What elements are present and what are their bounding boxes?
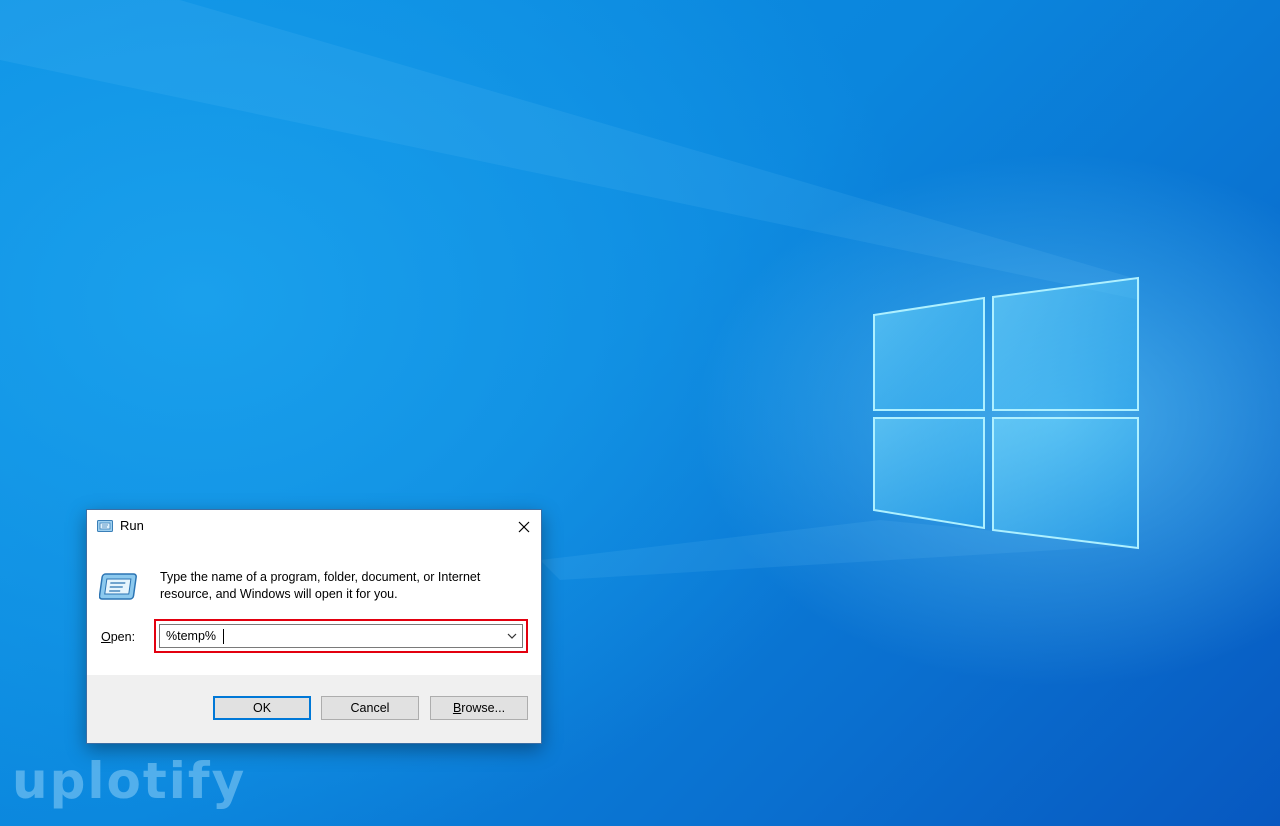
run-dialog: Run Type the name of a program, folder, … — [86, 509, 542, 744]
run-icon — [99, 573, 137, 600]
close-button[interactable] — [507, 510, 541, 544]
windows-logo-icon — [873, 276, 1139, 550]
open-input[interactable] — [166, 629, 486, 643]
dialog-body: Type the name of a program, folder, docu… — [87, 544, 541, 675]
text-caret — [223, 629, 224, 644]
close-icon — [518, 521, 530, 533]
browse-button[interactable]: Browse... — [430, 696, 528, 720]
open-label: Open: — [101, 630, 136, 644]
open-combobox[interactable] — [159, 624, 523, 648]
run-icon — [97, 520, 113, 532]
chevron-down-icon — [507, 633, 517, 639]
title-bar[interactable]: Run — [87, 510, 541, 544]
cancel-button[interactable]: Cancel — [321, 696, 419, 720]
watermark-logo: uplotify — [12, 752, 247, 810]
ok-button[interactable]: OK — [213, 696, 311, 720]
instruction-text: Type the name of a program, folder, docu… — [160, 570, 481, 601]
dialog-title: Run — [120, 518, 144, 533]
dropdown-button[interactable] — [502, 625, 522, 647]
